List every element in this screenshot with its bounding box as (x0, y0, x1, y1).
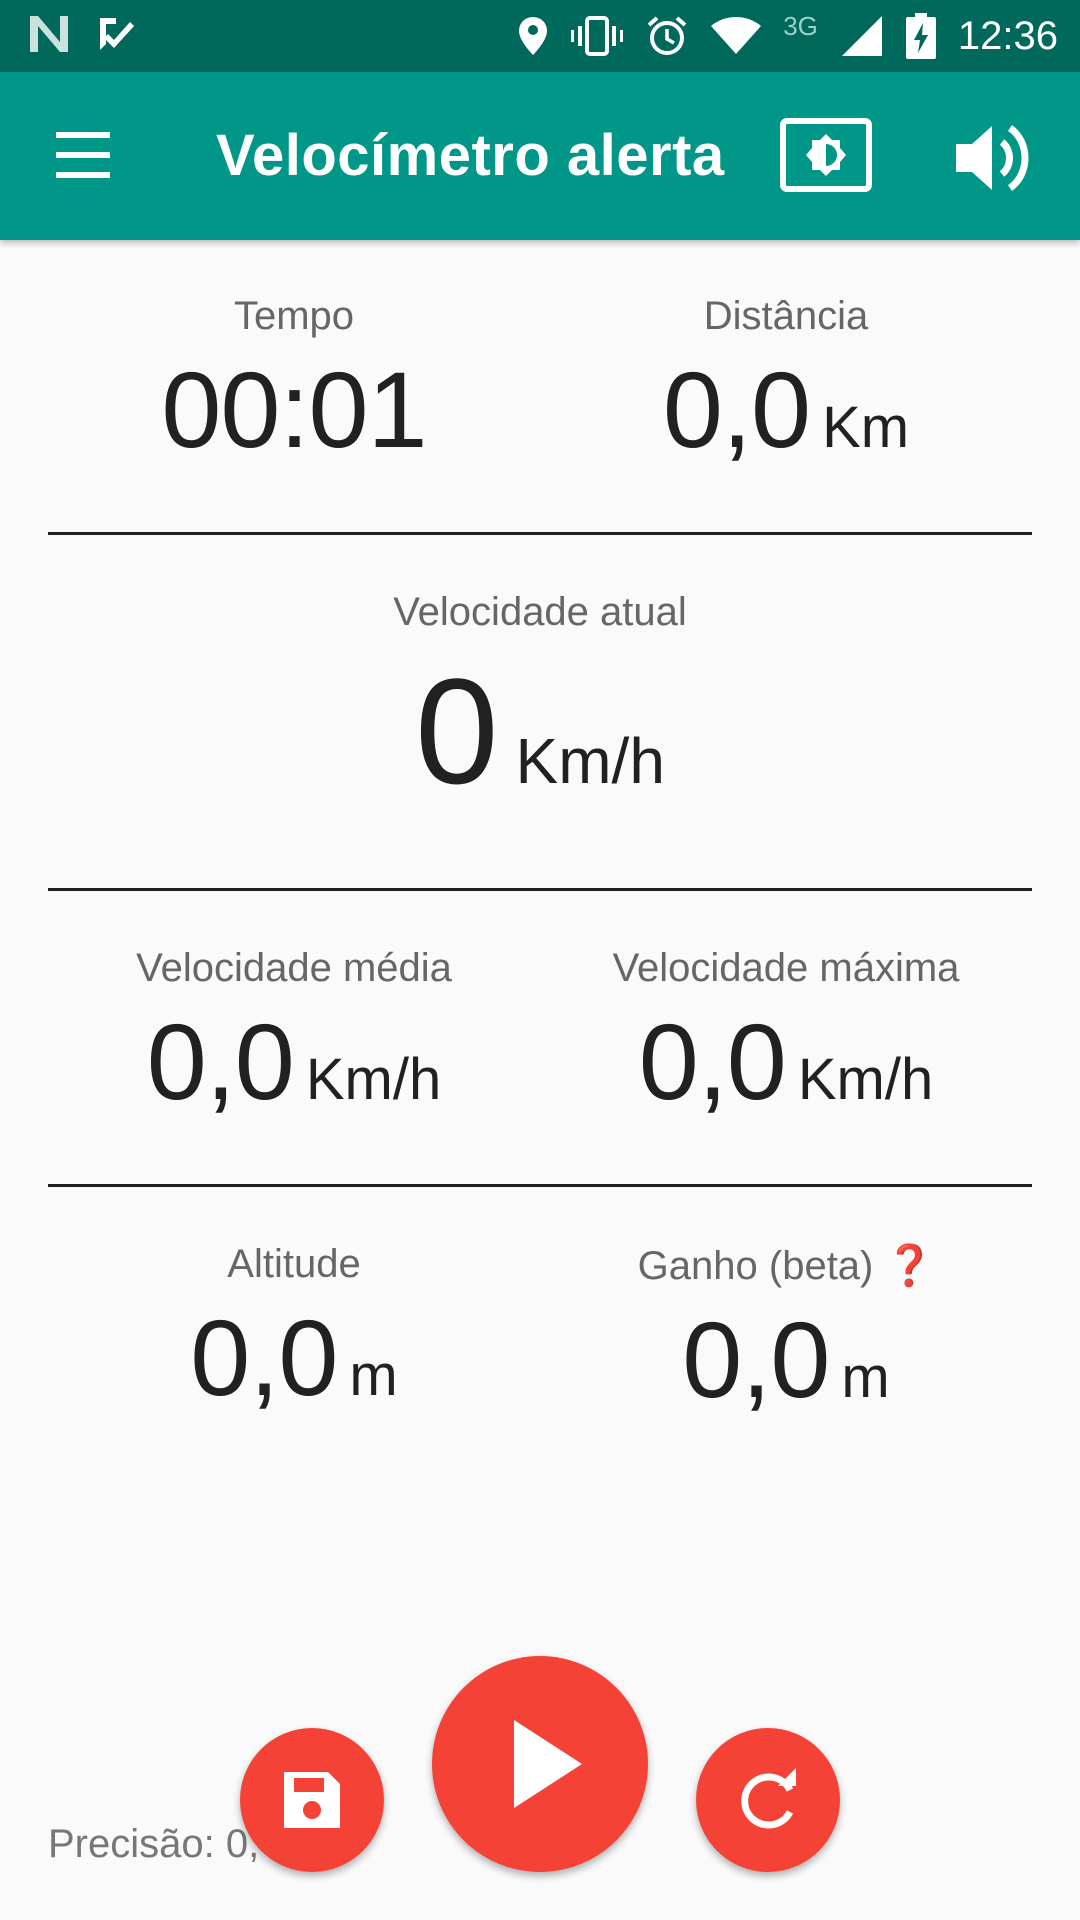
divider (48, 532, 1032, 535)
altitude-value: 0,0 (190, 1297, 338, 1418)
divider (48, 1184, 1032, 1187)
divider (48, 888, 1032, 891)
n-logo-icon (30, 16, 68, 52)
brightness-button[interactable] (780, 118, 876, 196)
brightness-icon (780, 118, 872, 192)
vibrate-icon (571, 16, 624, 56)
velocidade-maxima-value: 0,0 (638, 1001, 787, 1122)
menu-button[interactable] (46, 130, 120, 182)
velocidade-atual-value: 0 (415, 647, 498, 815)
volume-button[interactable] (950, 116, 1040, 200)
app-title: Velocímetro alerta (216, 123, 725, 188)
precisao-text: Precisão: 0, (48, 1822, 260, 1866)
volume-icon (956, 125, 1029, 191)
velocidade-maxima-label: Velocidade máxima (612, 946, 960, 990)
save-button[interactable] (240, 1728, 384, 1872)
alarm-icon (647, 16, 687, 55)
distancia-unit: Km (822, 395, 910, 460)
tempo-value-row: 00:01 (24, 347, 564, 472)
tempo-label: Tempo (233, 294, 355, 338)
clock: 12:36 (957, 13, 1058, 58)
altitude-label: Altitude (227, 1242, 361, 1286)
location-pin-icon (519, 17, 548, 55)
refresh-icon (741, 1768, 796, 1829)
ganho-unit: m (841, 1345, 890, 1410)
velocidade-maxima-unit: Km/h (797, 1047, 934, 1112)
status-bar: 3G 12:36 (0, 0, 1080, 72)
ganho-label-row: Ganho (beta) ❓ (516, 1242, 1056, 1289)
tempo-value: 00:01 (161, 349, 427, 470)
velocidade-media-stat: Velocidade média 0,0 Km/h (24, 946, 564, 1124)
velocidade-media-value: 0,0 (146, 1001, 295, 1122)
battery-charging-icon (905, 13, 936, 59)
ganho-label: Ganho (beta) (637, 1244, 874, 1288)
velocidade-maxima-stat: Velocidade máxima 0,0 Km/h (516, 946, 1056, 1124)
cell-signal-icon (841, 16, 882, 56)
distancia-value-row: 0,0 Km (516, 347, 1056, 472)
play-button[interactable] (432, 1656, 648, 1872)
velocidade-atual-value-row: 0 Km/h (270, 645, 810, 818)
altitude-unit: m (349, 1343, 398, 1408)
altitude-stat: Altitude 0,0 m (24, 1242, 564, 1420)
play-icon (514, 1720, 582, 1808)
reset-button[interactable] (696, 1728, 840, 1872)
velocidade-media-value-row: 0,0 Km/h (24, 999, 564, 1124)
checkmark-app-icon (100, 18, 134, 50)
distancia-value: 0,0 (662, 349, 811, 470)
altitude-value-row: 0,0 m (24, 1295, 564, 1420)
ganho-value: 0,0 (682, 1299, 830, 1420)
help-icon[interactable]: ❓ (885, 1244, 935, 1288)
app-bar: Velocímetro alerta (0, 72, 1080, 240)
save-icon (284, 1772, 340, 1828)
ganho-stat: Ganho (beta) ❓ 0,0 m (516, 1242, 1056, 1422)
velocidade-maxima-value-row: 0,0 Km/h (516, 999, 1056, 1124)
tempo-stat: Tempo 00:01 (24, 294, 564, 472)
wifi-icon (711, 17, 762, 54)
network-type: 3G (783, 10, 818, 41)
velocidade-media-unit: Km/h (305, 1047, 442, 1112)
distancia-stat: Distância 0,0 Km (516, 294, 1056, 472)
velocidade-atual-label: Velocidade atual (393, 590, 687, 634)
distancia-label: Distância (703, 294, 869, 338)
velocidade-atual-unit: Km/h (515, 725, 665, 797)
ganho-value-row: 0,0 m (516, 1297, 1056, 1422)
velocidade-atual-stat: Velocidade atual 0 Km/h (270, 590, 810, 818)
velocidade-media-label: Velocidade média (136, 946, 452, 990)
